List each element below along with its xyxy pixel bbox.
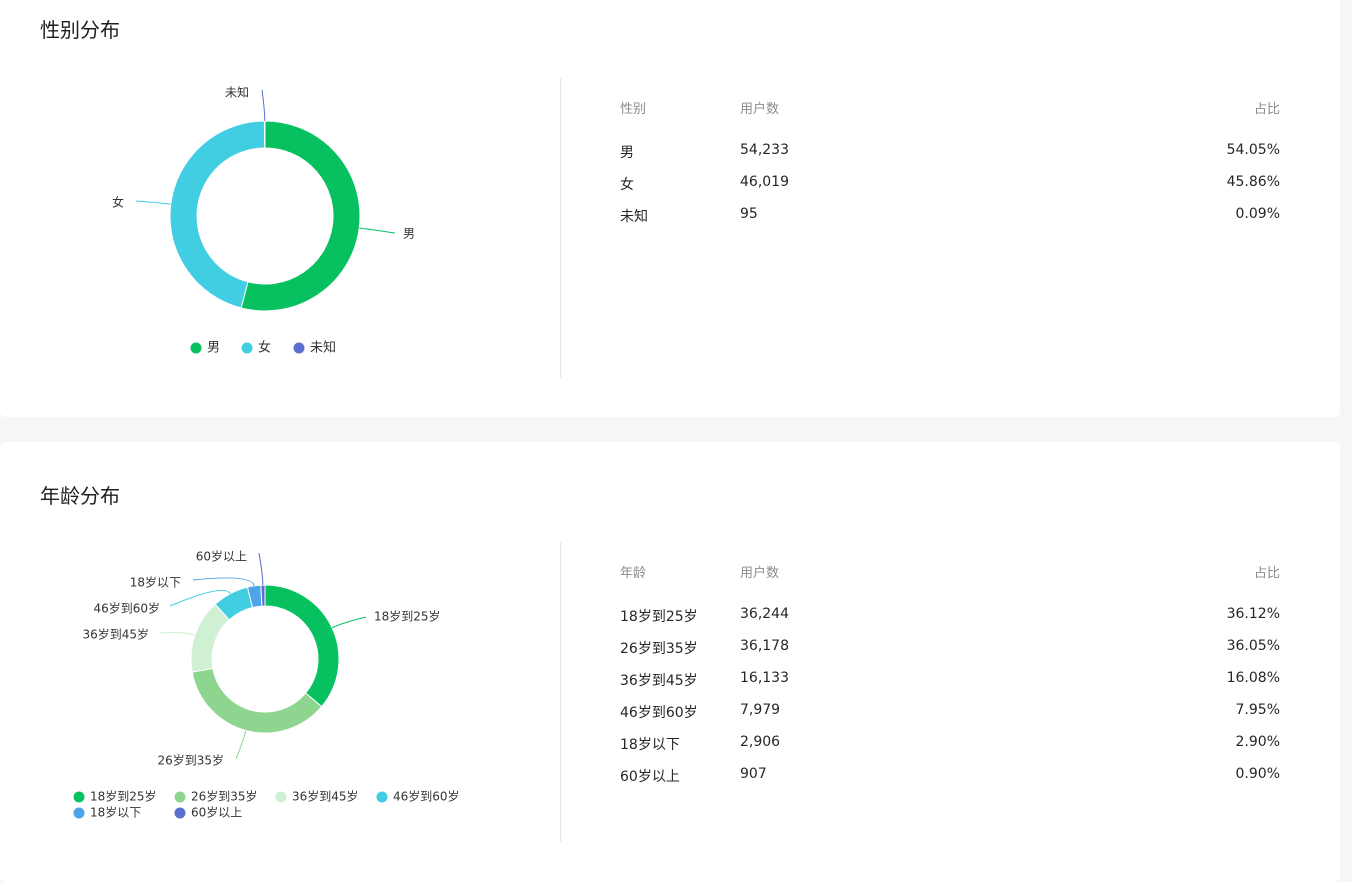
pie-slice[interactable] bbox=[169, 120, 266, 309]
cell-ratio: 16.08% bbox=[1226, 670, 1280, 686]
table-row: 女 46,019 45.86% bbox=[620, 174, 1282, 206]
pie-slice[interactable] bbox=[260, 584, 266, 607]
gender-table: 性别 用户数 占比 男 54,233 54.05% 女 46,019 45.86… bbox=[620, 98, 1282, 238]
legend-dot[interactable] bbox=[73, 807, 85, 819]
age-divider bbox=[560, 542, 561, 842]
cell-gender: 女 bbox=[620, 177, 634, 193]
header-user-count[interactable]: 用户数 bbox=[740, 562, 779, 581]
legend-dot[interactable] bbox=[376, 791, 388, 803]
slice-label: 60岁以上 bbox=[196, 549, 247, 564]
pie-slice[interactable] bbox=[191, 667, 323, 734]
cell-ratio: 36.12% bbox=[1226, 606, 1280, 622]
leader-line bbox=[159, 632, 196, 636]
cell-ratio: 2.90% bbox=[1235, 734, 1280, 750]
leader-line bbox=[258, 552, 264, 586]
header-gender[interactable]: 性别 bbox=[620, 98, 646, 117]
table-row: 18岁以下 2,906 2.90% bbox=[620, 734, 1282, 766]
slice-label: 46岁到60岁 bbox=[93, 601, 160, 616]
gender-divider bbox=[560, 78, 561, 378]
cell-user-count: 7,979 bbox=[740, 702, 781, 718]
cell-ratio: 0.90% bbox=[1235, 766, 1280, 782]
legend-label[interactable]: 18岁到25岁 bbox=[90, 789, 157, 804]
legend-dot[interactable] bbox=[190, 342, 202, 354]
slice-label: 男 bbox=[403, 227, 415, 241]
legend-label[interactable]: 女 bbox=[258, 340, 271, 356]
gender-table-header: 性别 用户数 占比 bbox=[620, 98, 1282, 118]
legend-dot[interactable] bbox=[293, 342, 305, 354]
legend-label[interactable]: 46岁到60岁 bbox=[393, 789, 460, 804]
leader-line bbox=[192, 577, 255, 586]
cell-user-count: 54,233 bbox=[740, 142, 789, 158]
legend-label[interactable]: 60岁以上 bbox=[191, 805, 242, 820]
legend-dot[interactable] bbox=[174, 807, 186, 819]
header-age[interactable]: 年龄 bbox=[620, 562, 646, 581]
legend-label[interactable]: 18岁以下 bbox=[90, 805, 141, 820]
cell-ratio: 54.05% bbox=[1226, 142, 1280, 158]
cell-ratio: 45.86% bbox=[1226, 174, 1280, 190]
cell-age: 18岁到25岁 bbox=[620, 609, 698, 625]
header-ratio[interactable]: 占比 bbox=[1254, 562, 1280, 581]
slice-label: 36岁到45岁 bbox=[82, 627, 149, 642]
cell-age: 60岁以上 bbox=[620, 769, 680, 785]
leader-line bbox=[235, 730, 247, 760]
cell-age: 46岁到60岁 bbox=[620, 705, 698, 721]
leader-line bbox=[359, 227, 396, 234]
legend-dot[interactable] bbox=[174, 791, 186, 803]
cell-gender: 男 bbox=[620, 145, 634, 161]
leader-line bbox=[135, 200, 171, 205]
cell-ratio: 0.09% bbox=[1235, 206, 1280, 222]
pie-slice[interactable] bbox=[263, 120, 266, 149]
cell-user-count: 907 bbox=[740, 766, 767, 782]
cell-user-count: 95 bbox=[740, 206, 758, 222]
gender-card: 性别分布 男女未知男女未知 性别 用户数 占比 男 54,233 54.05% … bbox=[0, 0, 1340, 417]
age-table-header: 年龄 用户数 占比 bbox=[620, 562, 1282, 582]
legend-label[interactable]: 男 bbox=[207, 341, 220, 356]
legend-dot[interactable] bbox=[241, 342, 253, 354]
slice-label: 18岁以下 bbox=[130, 575, 181, 590]
table-row: 18岁到25岁 36,244 36.12% bbox=[620, 606, 1282, 638]
cell-user-count: 2,906 bbox=[740, 734, 781, 750]
age-card: 年龄分布 18岁到25岁 26岁到35岁 36岁到45岁 46岁到60岁 18岁以下 60… bbox=[0, 442, 1340, 882]
cell-age: 26岁到35岁 bbox=[620, 641, 698, 657]
leader-line bbox=[261, 89, 266, 122]
slice-label: 女 bbox=[112, 195, 124, 210]
cell-user-count: 16,133 bbox=[740, 670, 789, 686]
table-row: 男 54,233 54.05% bbox=[620, 142, 1282, 174]
cell-user-count: 36,244 bbox=[740, 606, 789, 622]
table-row: 未知 95 0.09% bbox=[620, 206, 1282, 238]
table-row: 46岁到60岁 7,979 7.95% bbox=[620, 702, 1282, 734]
cell-gender: 未知 bbox=[620, 209, 648, 225]
table-row: 36岁到45岁 16,133 16.08% bbox=[620, 670, 1282, 702]
legend-label[interactable]: 未知 bbox=[310, 340, 336, 356]
age-table: 年龄 用户数 占比 18岁到25岁 36,244 36.12% 26岁到35岁 … bbox=[620, 562, 1282, 798]
slice-label: 26岁到35岁 bbox=[157, 753, 224, 768]
cell-ratio: 36.05% bbox=[1226, 638, 1280, 654]
legend-dot[interactable] bbox=[275, 791, 287, 803]
table-row: 60岁以上 907 0.90% bbox=[620, 766, 1282, 798]
cell-age: 18岁以下 bbox=[620, 737, 680, 753]
slice-label: 未知 bbox=[225, 86, 249, 100]
legend-label[interactable]: 26岁到35岁 bbox=[191, 789, 258, 804]
leader-line bbox=[331, 616, 367, 629]
legend-label[interactable]: 36岁到45岁 bbox=[292, 789, 359, 804]
cell-user-count: 36,178 bbox=[740, 638, 789, 654]
header-ratio[interactable]: 占比 bbox=[1254, 98, 1280, 117]
pie-slice[interactable] bbox=[190, 603, 231, 673]
pie-slice[interactable] bbox=[240, 120, 361, 312]
cell-age: 36岁到45岁 bbox=[620, 673, 698, 689]
age-donut-chart: 18岁到25岁 26岁到35岁 36岁到45岁 46岁到60岁 18岁以下 60岁以上 18… bbox=[73, 549, 460, 820]
header-user-count[interactable]: 用户数 bbox=[740, 98, 779, 117]
slice-label: 18岁到25岁 bbox=[374, 609, 441, 624]
legend-dot[interactable] bbox=[73, 791, 85, 803]
gender-donut-chart: 男女未知男女未知 bbox=[112, 86, 415, 356]
table-row: 26岁到35岁 36,178 36.05% bbox=[620, 638, 1282, 670]
pie-slice[interactable] bbox=[264, 584, 340, 708]
cell-ratio: 7.95% bbox=[1235, 702, 1280, 718]
cell-user-count: 46,019 bbox=[740, 174, 789, 190]
